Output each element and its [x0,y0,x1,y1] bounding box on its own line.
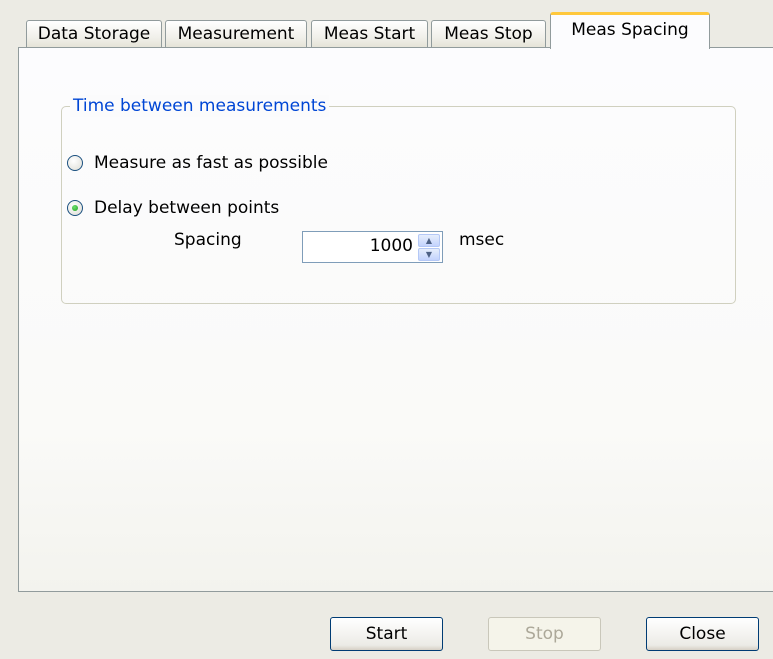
spin-buttons: ▲ ▼ [418,234,440,261]
spacing-unit: msec [459,230,505,250]
tab-meas-stop[interactable]: Meas Stop [431,20,546,48]
stop-button[interactable]: Stop [488,617,601,651]
close-button[interactable]: Close [646,617,759,651]
spin-up-icon[interactable]: ▲ [418,234,440,247]
tab-label: Measurement [177,24,295,44]
radio-label: Delay between points [94,198,280,218]
tab-measurement[interactable]: Measurement [165,20,307,48]
tab-strip: Data Storage Measurement Meas Start Meas… [26,12,773,49]
spacing-label: Spacing [174,230,242,250]
tab-meas-spacing[interactable]: Meas Spacing [550,12,710,49]
radio-button[interactable] [67,200,83,216]
radio-button[interactable] [67,155,83,171]
tab-panel: Time between measurements Measure as fas… [18,47,773,592]
tab-label: Meas Stop [444,24,533,44]
tab-label: Meas Start [323,24,416,44]
tab-label: Data Storage [37,24,151,44]
spacing-spinner[interactable]: 1000 ▲ ▼ [302,231,443,263]
spin-down-icon[interactable]: ▼ [418,248,440,261]
spacing-value[interactable]: 1000 [370,236,413,256]
tab-meas-start[interactable]: Meas Start [311,20,428,48]
tab-label: Meas Spacing [571,20,689,40]
start-button[interactable]: Start [330,617,443,651]
radio-measure-fast[interactable]: Measure as fast as possible [67,151,328,175]
tab-data-storage[interactable]: Data Storage [26,20,162,48]
group-title: Time between measurements [70,95,330,117]
radio-delay-between-points[interactable]: Delay between points [67,196,279,220]
radio-label: Measure as fast as possible [94,153,328,173]
